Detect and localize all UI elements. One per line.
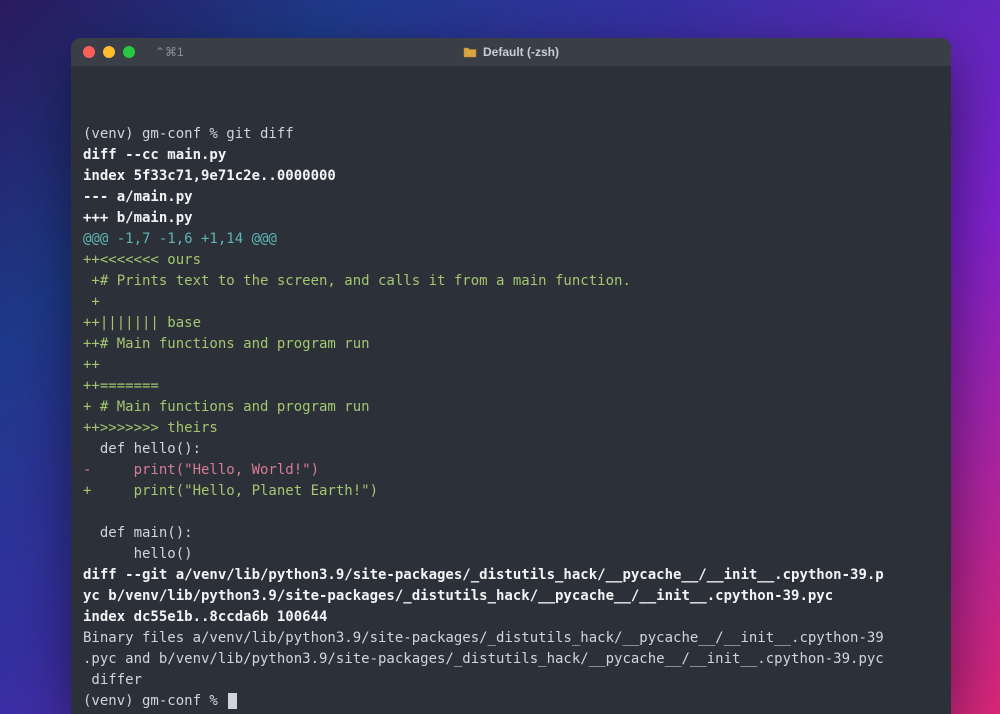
terminal-window: ⌃⌘1 Default (-zsh) (venv) gm-conf % git … [71, 38, 951, 714]
terminal-line: index 5f33c71,9e71c2e..0000000 [83, 166, 939, 187]
terminal-line: + [83, 292, 939, 313]
window-title-text: Default (-zsh) [483, 45, 559, 59]
terminal-prompt[interactable]: (venv) gm-conf % [83, 691, 939, 712]
terminal-line: hello() [83, 544, 939, 565]
terminal-line: differ [83, 670, 939, 691]
terminal-line: def hello(): [83, 439, 939, 460]
terminal-line: (venv) gm-conf % git diff [83, 124, 939, 145]
terminal-body[interactable]: (venv) gm-conf % git diffdiff --cc main.… [71, 66, 951, 714]
terminal-line: diff --cc main.py [83, 145, 939, 166]
terminal-line: Binary files a/venv/lib/python3.9/site-p… [83, 628, 939, 649]
terminal-line: .pyc and b/venv/lib/python3.9/site-packa… [83, 649, 939, 670]
folder-icon [463, 47, 477, 58]
terminal-line: yc b/venv/lib/python3.9/site-packages/_d… [83, 586, 939, 607]
terminal-line: ++<<<<<<< ours [83, 250, 939, 271]
terminal-line: diff --git a/venv/lib/python3.9/site-pac… [83, 565, 939, 586]
terminal-line: ++======= [83, 376, 939, 397]
window-title: Default (-zsh) [463, 45, 559, 59]
terminal-line: index dc55e1b..8ccda6b 100644 [83, 607, 939, 628]
terminal-line: +++ b/main.py [83, 208, 939, 229]
terminal-line: +# Prints text to the screen, and calls … [83, 271, 939, 292]
terminal-line: ++>>>>>>> theirs [83, 418, 939, 439]
terminal-line: --- a/main.py [83, 187, 939, 208]
titlebar[interactable]: ⌃⌘1 Default (-zsh) [71, 38, 951, 66]
terminal-line: @@@ -1,7 -1,6 +1,14 @@@ [83, 229, 939, 250]
close-button[interactable] [83, 46, 95, 58]
terminal-line: ++ [83, 355, 939, 376]
terminal-line: ++# Main functions and program run [83, 334, 939, 355]
terminal-line [83, 502, 939, 523]
terminal-line: def main(): [83, 523, 939, 544]
minimize-button[interactable] [103, 46, 115, 58]
terminal-line: + # Main functions and program run [83, 397, 939, 418]
terminal-line: + print("Hello, Planet Earth!") [83, 481, 939, 502]
traffic-lights [83, 46, 135, 58]
terminal-line: ++||||||| base [83, 313, 939, 334]
terminal-line: - print("Hello, World!") [83, 460, 939, 481]
tab-shortcut-label: ⌃⌘1 [155, 45, 184, 59]
cursor [228, 693, 237, 709]
maximize-button[interactable] [123, 46, 135, 58]
